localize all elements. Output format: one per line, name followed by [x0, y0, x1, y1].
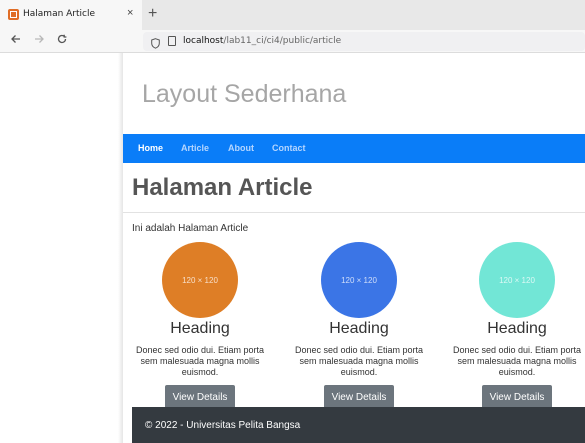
viewport-blank-area: [0, 53, 122, 443]
url-text[interactable]: localhost/lab11_ci/ci4/public/article: [183, 36, 341, 46]
view-details-button[interactable]: View Details: [165, 385, 235, 409]
favicon-icon: [8, 9, 19, 20]
page-icon[interactable]: [168, 36, 176, 46]
tab-title: Halaman Article: [23, 9, 96, 19]
tab-strip: Halaman Article × +: [0, 0, 585, 30]
card-heading: Heading: [329, 320, 389, 337]
nav-link-home[interactable]: Home: [138, 143, 163, 153]
view-details-button[interactable]: View Details: [324, 385, 394, 409]
card-text: Donec sed odio dui. Etiam porta sem male…: [294, 345, 424, 377]
nav-link-article[interactable]: Article: [181, 143, 209, 153]
nav-link-about[interactable]: About: [228, 143, 254, 153]
new-tab-button[interactable]: +: [148, 5, 157, 23]
placeholder-image: 120 × 120: [479, 242, 555, 318]
feature-card: 120 × 120 Heading Donec sed odio dui. Et…: [447, 242, 585, 412]
divider: [123, 212, 585, 213]
tab-close-icon[interactable]: ×: [127, 7, 133, 19]
forward-arrow-icon[interactable]: [33, 33, 45, 48]
browser-window: Halaman Article × + localhost/lab11_ci/c…: [0, 0, 585, 443]
footer-text: © 2022 - Universitas Pelita Bangsa: [145, 420, 301, 431]
url-bar[interactable]: localhost/lab11_ci/ci4/public/article: [143, 32, 585, 51]
placeholder-image: 120 × 120: [162, 242, 238, 318]
site-header: Layout Sederhana: [123, 53, 585, 134]
url-host: localhost: [183, 36, 224, 46]
site-footer: © 2022 - Universitas Pelita Bangsa: [132, 407, 585, 443]
browser-toolbar: localhost/lab11_ci/ci4/public/article: [0, 30, 585, 53]
reload-icon[interactable]: [56, 33, 68, 48]
main-navbar: Home Article About Contact: [123, 134, 585, 163]
view-details-button[interactable]: View Details: [482, 385, 552, 409]
web-page: Layout Sederhana Home Article About Cont…: [123, 53, 585, 443]
feature-card: 120 × 120 Heading Donec sed odio dui. Et…: [130, 242, 270, 412]
placeholder-image: 120 × 120: [321, 242, 397, 318]
url-path: /lab11_ci/ci4/public/article: [223, 36, 342, 46]
card-text: Donec sed odio dui. Etiam porta sem male…: [135, 345, 265, 377]
feature-card: 120 × 120 Heading Donec sed odio dui. Et…: [289, 242, 429, 412]
page-heading: Halaman Article: [132, 174, 313, 201]
site-title: Layout Sederhana: [142, 80, 347, 108]
back-arrow-icon[interactable]: [10, 33, 22, 48]
nav-link-contact[interactable]: Contact: [272, 143, 306, 153]
shield-icon[interactable]: [151, 36, 160, 49]
intro-text: Ini adalah Halaman Article: [132, 223, 249, 234]
card-text: Donec sed odio dui. Etiam porta sem male…: [452, 345, 582, 377]
browser-tab[interactable]: Halaman Article ×: [0, 0, 142, 30]
card-heading: Heading: [487, 320, 547, 337]
card-heading: Heading: [170, 320, 230, 337]
